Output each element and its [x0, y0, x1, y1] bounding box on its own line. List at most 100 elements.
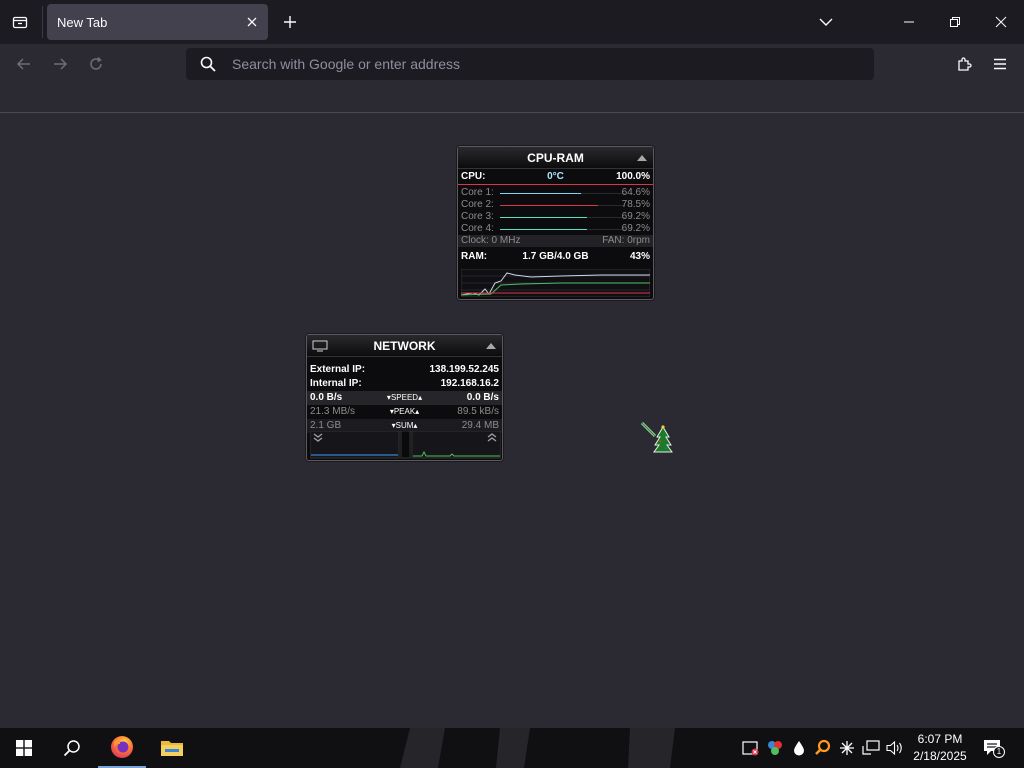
- upload-speed: 0.0 B/s: [466, 392, 499, 403]
- taskbar: 6:07 PM 2/18/2025 1: [0, 728, 1024, 768]
- collapse-arrow-icon[interactable]: [637, 155, 647, 161]
- clock-fan-row: Clock: 0 MHz FAN: 0rpm: [458, 235, 653, 247]
- tab-list-icon: [12, 16, 28, 29]
- close-icon: [247, 17, 257, 27]
- close-icon: [995, 16, 1007, 28]
- tab-close-button[interactable]: [244, 14, 260, 30]
- tray-asterisk-icon[interactable]: [837, 738, 857, 758]
- ram-row: RAM: 1.7 GB/4.0 GB 43%: [458, 249, 653, 265]
- arrow-left-icon: [16, 58, 30, 70]
- list-all-tabs-button[interactable]: [803, 0, 849, 44]
- usage-graph: [461, 269, 650, 297]
- folder-icon: [161, 741, 183, 756]
- cpu-ram-gadget[interactable]: CPU-RAM CPU: 0°C 100.0% Core 1: 64.6% Core…: [457, 146, 654, 300]
- core-label: Core 2:: [461, 199, 494, 210]
- network-gadget[interactable]: NETWORK External IP: 138.199.52.245 Inte…: [306, 334, 503, 461]
- water-drop-icon: [794, 741, 804, 756]
- clock-time: 6:07 PM: [917, 732, 963, 746]
- tray-drop-icon[interactable]: [789, 738, 809, 758]
- chevron-down-icon: [819, 18, 833, 26]
- internal-ip-label: Internal IP:: [310, 378, 362, 389]
- gadget-title: NETWORK: [307, 335, 502, 357]
- restore-icon: [950, 17, 960, 27]
- taskbar-clock[interactable]: 6:07 PM 2/18/2025: [908, 731, 972, 765]
- cpu-total-usage: 100.0%: [616, 171, 650, 182]
- gadget-title: CPU-RAM: [458, 147, 653, 169]
- tray-network-icon[interactable]: [861, 738, 881, 758]
- taskbar-file-explorer-button[interactable]: [148, 728, 196, 768]
- fan-speed: FAN: 0rpm: [602, 235, 650, 246]
- tab-strip: New Tab: [0, 0, 1024, 44]
- asterisk-icon: [840, 741, 854, 755]
- core-label: Core 1:: [461, 187, 494, 198]
- tab-separator: [42, 6, 43, 38]
- close-window-button[interactable]: [978, 0, 1024, 44]
- start-button[interactable]: [0, 728, 48, 768]
- core-row: Core 1: 64.6%: [458, 187, 653, 199]
- address-bar[interactable]: [186, 48, 874, 80]
- internal-ip-row: Internal IP: 192.168.16.2: [307, 377, 502, 391]
- tab-list-button[interactable]: [6, 8, 34, 36]
- tray-volume-icon[interactable]: [885, 738, 905, 758]
- collapse-arrow-icon[interactable]: [486, 343, 496, 349]
- address-input[interactable]: [232, 48, 832, 80]
- app-menu-button[interactable]: [986, 50, 1014, 78]
- clock-speed: Clock: 0 MHz: [461, 235, 521, 246]
- core-usage-bar: [500, 229, 587, 230]
- core-label: Core 3:: [461, 211, 494, 222]
- core-usage-bar: [500, 217, 587, 218]
- external-ip-row: External IP: 138.199.52.245: [307, 363, 502, 377]
- core-value: 69.2%: [621, 223, 650, 234]
- core-value: 64.6%: [621, 187, 650, 198]
- external-ip-value: 138.199.52.245: [429, 364, 499, 375]
- shield-alert-icon: [742, 741, 759, 756]
- taskbar-firefox-button[interactable]: [98, 728, 146, 768]
- core-value: 69.2%: [621, 211, 650, 222]
- notification-count-badge: 1: [993, 746, 1005, 758]
- back-button[interactable]: [10, 50, 38, 78]
- tray-search-tool-icon[interactable]: [813, 738, 833, 758]
- network-monitor-icon: [862, 740, 880, 755]
- restore-button[interactable]: [932, 0, 978, 44]
- cpu-row: CPU: 0°C 100.0%: [458, 169, 653, 185]
- magnifier-orange-icon: [815, 739, 831, 755]
- peak-row: 21.3 MB/s ▾PEAK▴ 89.5 kB/s: [307, 405, 502, 419]
- core-label: Core 4:: [461, 223, 494, 234]
- taskbar-search-button[interactable]: [48, 728, 96, 768]
- tray-app-icon[interactable]: [765, 738, 785, 758]
- extensions-button[interactable]: [950, 50, 978, 78]
- cpu-ram-title: CPU-RAM: [527, 151, 584, 165]
- tab-new-tab[interactable]: New Tab: [47, 4, 268, 40]
- ram-percent: 43%: [629, 251, 650, 262]
- colorful-app-icon: [768, 741, 782, 755]
- plus-icon: [284, 16, 296, 28]
- firefox-icon: [111, 736, 133, 758]
- network-title: NETWORK: [373, 339, 436, 353]
- core-value: 78.5%: [621, 199, 650, 210]
- internal-ip-value: 192.168.16.2: [440, 378, 499, 389]
- reload-icon: [90, 56, 102, 70]
- reload-button[interactable]: [82, 50, 110, 78]
- core-list: Core 1: 64.6% Core 2: 78.5% Core 3: 69.2% Core…: [458, 185, 653, 235]
- new-tab-button[interactable]: [278, 9, 302, 35]
- minimize-button[interactable]: [886, 0, 932, 44]
- tab-title: New Tab: [57, 15, 108, 30]
- minimize-icon: [904, 21, 914, 23]
- core-usage-bar: [500, 205, 598, 206]
- clock-date: 2/18/2025: [913, 749, 967, 763]
- christmas-tree-cursor-icon: [640, 421, 673, 453]
- desktop: New Tab Search with Google or enter addr…: [0, 0, 1024, 768]
- ram-usage: 1.7 GB/4.0 GB: [522, 251, 589, 262]
- core-row: Core 3: 69.2%: [458, 211, 653, 223]
- windows-logo-icon: [16, 740, 32, 756]
- action-center-button[interactable]: 1: [980, 738, 1006, 758]
- core-row: Core 4: 69.2%: [458, 223, 653, 235]
- arrow-right-icon: [54, 58, 68, 70]
- forward-button[interactable]: [46, 50, 74, 78]
- network-graph: [310, 431, 501, 459]
- tray-security-icon[interactable]: [741, 738, 761, 758]
- search-icon: [200, 56, 216, 72]
- core-row: Core 2: 78.5%: [458, 199, 653, 211]
- external-ip-label: External IP:: [310, 364, 366, 375]
- speed-row: 0.0 B/s ▾SPEED▴ 0.0 B/s: [307, 391, 502, 405]
